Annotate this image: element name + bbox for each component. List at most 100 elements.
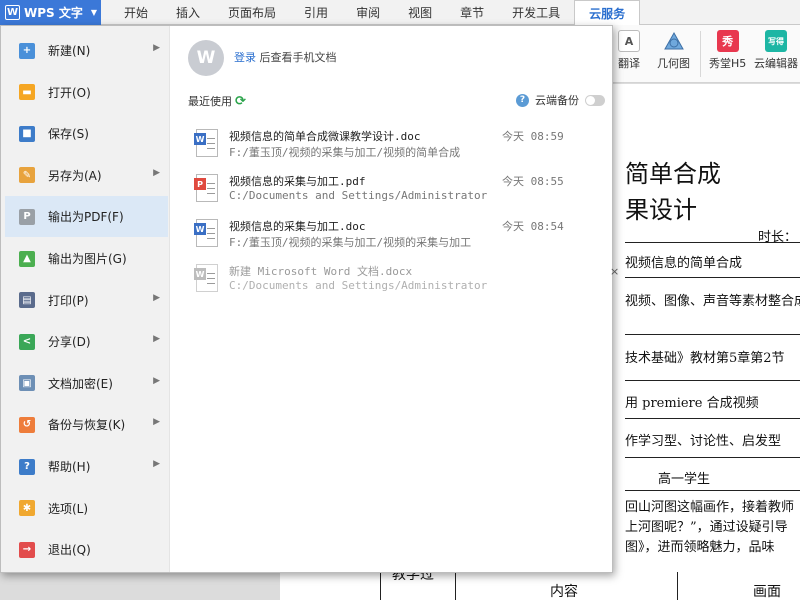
gear-icon: ✱ xyxy=(19,500,35,517)
menu-item-label: 另存为(A) xyxy=(48,168,102,183)
word-file-icon: W xyxy=(194,264,218,292)
menu-item-label: 打印(P) xyxy=(48,293,89,308)
chevron-right-icon: ▶ xyxy=(153,167,160,178)
tab-3[interactable]: 引用 xyxy=(290,0,342,25)
recent-panel: W 登录 后查看手机文档 最近使用 ⟳ ? 云端备份 W 视频信息的简单合成微课教… xyxy=(171,26,619,572)
menu-item-label: 保存(S) xyxy=(48,127,89,142)
table-cell: 图》，进而领略魅力，品味 xyxy=(625,540,775,555)
table-cell: 高一学生 xyxy=(658,472,711,487)
tab-2[interactable]: 页面布局 xyxy=(214,0,290,25)
file-path: F:/董玉顶/视频的采集与加工/视频的简单合成 xyxy=(229,146,461,159)
menu-item-label: 分享(D) xyxy=(48,335,91,350)
table-cell: 回山河图这幅画作，接着教师 xyxy=(625,500,795,515)
close-icon[interactable]: × xyxy=(610,265,619,278)
chevron-right-icon: ▶ xyxy=(153,459,160,469)
help-icon[interactable]: ? xyxy=(516,93,529,107)
cloud-backup: ? 云端备份 xyxy=(516,92,605,108)
table-cell: 画面 xyxy=(753,584,781,600)
cloud-editor-button[interactable]: 写得 云编辑器 xyxy=(754,30,798,71)
tab-7[interactable]: 开发工具 xyxy=(498,0,574,25)
menu-item-7[interactable]: < 分享(D) ▶ xyxy=(5,321,168,362)
menu-item-label: 备份与恢复(K) xyxy=(48,418,126,433)
table-line xyxy=(625,380,800,381)
table-line xyxy=(380,572,381,600)
ribbon-separator xyxy=(700,31,701,77)
table-line xyxy=(677,572,678,600)
menu-item-label: 打开(O) xyxy=(48,85,91,100)
file-name: 视频信息的采集与加工.doc xyxy=(229,220,366,233)
refresh-icon[interactable]: ⟳ xyxy=(235,94,246,109)
tab-6[interactable]: 章节 xyxy=(446,0,498,25)
ribbon-tabs: 开始 插入 页面布局 引用 审阅 视图 章节 开发工具 云服务 xyxy=(110,0,641,25)
xiu-h5-label: 秀堂H5 xyxy=(709,57,747,70)
menu-item-12[interactable]: → 退出(Q) xyxy=(5,529,168,570)
menu-item-9[interactable]: ↺ 备份与恢复(K) ▶ xyxy=(5,404,168,445)
recent-header: 最近使用 ⟳ xyxy=(188,93,246,109)
menu-item-1[interactable]: ▬ 打开(O) xyxy=(5,72,168,113)
chevron-right-icon: ▶ xyxy=(153,43,160,53)
chevron-right-icon: ▶ xyxy=(153,292,160,303)
recent-file-item[interactable]: W 视频信息的简单合成微课教学设计.doc F:/董玉顶/视频的采集与加工/视频的简… xyxy=(188,123,606,167)
tab-5[interactable]: 视图 xyxy=(394,0,446,25)
file-path: C:/Documents and Settings/Administrator xyxy=(229,279,488,292)
table-cell: 视频信息的简单合成 xyxy=(625,256,743,271)
help-icon: ? xyxy=(19,458,35,475)
avatar[interactable]: W xyxy=(188,40,224,76)
geometry-icon xyxy=(663,30,685,52)
menu-item-10[interactable]: ? 帮助(H) ▶ xyxy=(5,446,168,487)
xiu-h5-button[interactable]: 秀 秀堂H5 xyxy=(709,30,746,71)
recent-file-item[interactable]: W 视频信息的采集与加工.doc F:/董玉顶/视频的采集与加工/视频的采集与加工 今… xyxy=(188,213,606,257)
table-cell: 视频、图像、声音等素材整合成 xyxy=(625,294,800,309)
table-line xyxy=(625,457,800,458)
save-as-icon: ✎ xyxy=(19,167,35,184)
menu-item-label: 退出(Q) xyxy=(48,543,91,558)
file-name: 新建 Microsoft Word 文档.docx xyxy=(229,265,413,278)
file-time: 今天 08:54 xyxy=(502,220,564,233)
table-line xyxy=(455,572,456,600)
login-hint: 后查看手机文档 xyxy=(259,51,337,64)
word-file-icon: W xyxy=(194,219,218,247)
cloud-editor-label: 云编辑器 xyxy=(754,57,798,70)
file-path: F:/董玉顶/视频的采集与加工/视频的采集与加工 xyxy=(229,236,472,249)
translate-button[interactable]: A 翻译 xyxy=(618,30,640,71)
file-time: 今天 08:55 xyxy=(502,175,564,188)
menu-item-6[interactable]: ▤ 打印(P) ▶ xyxy=(5,280,168,321)
tab-0[interactable]: 开始 xyxy=(110,0,162,25)
menu-item-4[interactable]: P 输出为PDF(F) xyxy=(5,196,168,238)
tab-4[interactable]: 审阅 xyxy=(342,0,394,25)
save-icon: ■ xyxy=(19,125,35,142)
menu-item-5[interactable]: ▲ 输出为图片(G) xyxy=(5,238,168,279)
cloud-backup-toggle[interactable] xyxy=(585,94,605,106)
table-cell: 作学习型、讨论性、启发型 xyxy=(625,434,782,449)
menu-item-3[interactable]: ✎ 另存为(A) ▶ xyxy=(5,155,168,196)
tab-8[interactable]: 云服务 xyxy=(574,0,641,25)
folder-icon: ▬ xyxy=(19,84,35,101)
menu-item-0[interactable]: + 新建(N) ▶ xyxy=(5,30,168,71)
cloud-backup-label: 云端备份 xyxy=(535,94,579,107)
tab-1[interactable]: 插入 xyxy=(162,0,214,25)
table-line xyxy=(625,418,800,419)
menu-item-8[interactable]: ▣ 文档加密(E) ▶ xyxy=(5,363,168,404)
chevron-right-icon: ▶ xyxy=(153,417,160,428)
title-tab-bar: W WPS 文字 ▼ 开始 插入 页面布局 引用 审阅 视图 章节 开发工具 云服务 xyxy=(0,0,800,25)
menu-item-label: 文档加密(E) xyxy=(48,376,113,391)
menu-item-11[interactable]: ✱ 选项(L) xyxy=(5,488,168,529)
recent-file-item[interactable]: W 新建 Microsoft Word 文档.docx C:/Documents a… xyxy=(188,258,606,302)
chevron-right-icon: ▶ xyxy=(153,375,160,386)
chevron-down-icon: ▼ xyxy=(90,8,98,17)
menu-item-2[interactable]: ■ 保存(S) xyxy=(5,113,168,154)
wps-app-menu-button[interactable]: W WPS 文字 ▼ xyxy=(0,0,101,25)
recent-file-item[interactable]: P 视频信息的采集与加工.pdf C:/Documents and Settings… xyxy=(188,168,606,212)
login-prompt: 登录 后查看手机文档 xyxy=(234,49,337,65)
table-cell: 技术基础》教材第5章第2节 xyxy=(625,351,785,366)
lock-icon: ▣ xyxy=(19,375,35,392)
table-line xyxy=(625,490,800,491)
table-cell: 用 premiere 合成视频 xyxy=(625,396,759,411)
geometry-button[interactable]: 几何图 xyxy=(657,30,690,71)
file-time: 今天 08:59 xyxy=(502,130,564,143)
geometry-label: 几何图 xyxy=(657,57,690,70)
wps-logo-icon: W xyxy=(5,5,20,20)
login-link[interactable]: 登录 xyxy=(234,51,256,64)
pdf-file-icon: P xyxy=(194,174,218,202)
printer-icon: ▤ xyxy=(19,292,35,309)
